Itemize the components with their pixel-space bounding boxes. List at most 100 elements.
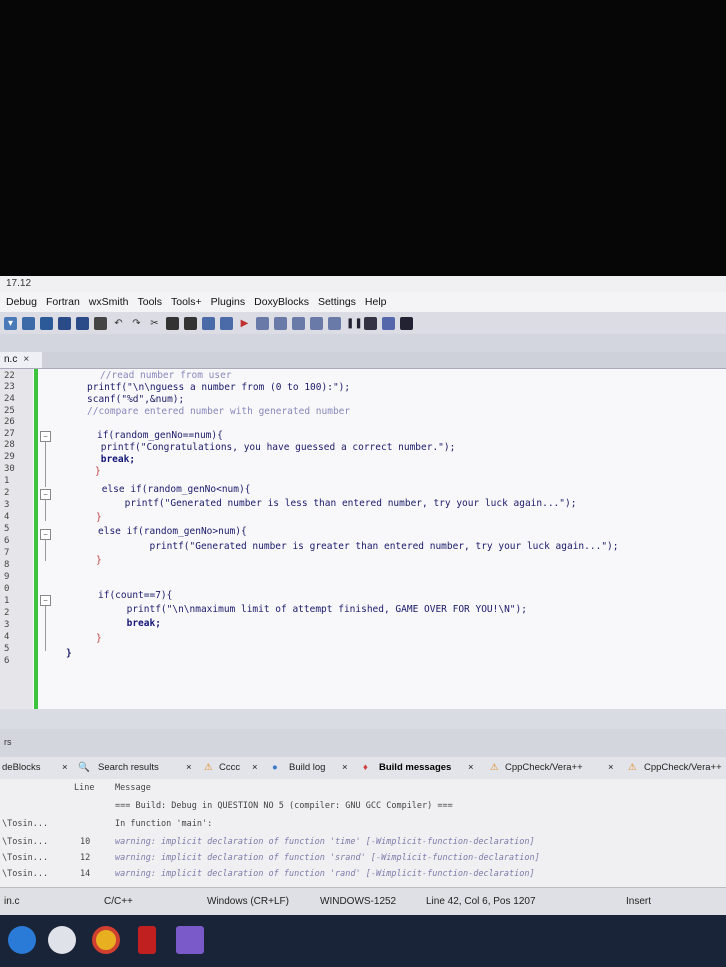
status-line-endings: Windows (CR+LF) xyxy=(207,896,289,907)
undo-icon[interactable]: ↶ xyxy=(112,317,125,330)
code-line: break; xyxy=(98,618,161,629)
tab-source-file[interactable]: n.c × xyxy=(0,352,42,368)
code-line: } xyxy=(96,555,102,566)
save-all-icon[interactable] xyxy=(76,316,89,330)
tab-label: n.c xyxy=(4,354,18,365)
toolbar-area xyxy=(0,334,726,352)
menu-plugins[interactable]: Plugins xyxy=(211,296,245,308)
code-line: break; xyxy=(95,454,136,465)
column-header-message: Message xyxy=(115,783,151,793)
redo-icon[interactable]: ↷ xyxy=(130,317,143,330)
search-icon: 🔍 xyxy=(78,762,90,773)
tab-cccc[interactable]: Cccc xyxy=(219,762,240,773)
close-icon[interactable]: × xyxy=(23,354,29,365)
menu-doxyblocks[interactable]: DoxyBlocks xyxy=(254,296,309,308)
stop-icon[interactable] xyxy=(364,316,377,330)
cppcheck-icon: ⚠ xyxy=(628,762,637,773)
code-line: if(random_genNo==num){ xyxy=(97,430,223,441)
menu-help[interactable]: Help xyxy=(365,296,387,308)
menu-fortran[interactable]: Fortran xyxy=(46,296,80,308)
code-line: } xyxy=(96,512,102,523)
toolbar: ▾ ↶ ↷ ✂ ▶ ❚❚ xyxy=(0,312,726,334)
save-icon[interactable] xyxy=(58,316,71,330)
status-file: in.c xyxy=(4,896,20,907)
debug-next-icon[interactable] xyxy=(274,316,287,330)
settings-icon[interactable] xyxy=(48,926,76,954)
new-file-icon[interactable] xyxy=(22,316,35,330)
logs-tab-strip: deBlocks × 🔍 Search results × ⚠ Cccc × ●… xyxy=(0,757,726,780)
close-icon[interactable]: × xyxy=(342,762,348,773)
netflix-icon[interactable] xyxy=(138,926,156,954)
code-line: if(count==7){ xyxy=(98,590,173,601)
code-line: scanf("%d",&num); xyxy=(87,394,185,405)
tab-cppcheck[interactable]: CppCheck/Vera++ xyxy=(505,762,583,773)
message-file: \Tosin... xyxy=(2,853,49,863)
message-file: \Tosin... xyxy=(2,819,49,829)
code-line: printf("Generated number is greater than… xyxy=(98,541,619,552)
status-position: Line 42, Col 6, Pos 1207 xyxy=(426,896,536,907)
build-messages-list: Line Message === Build: Debug in QUESTIO… xyxy=(0,779,726,887)
cppcheck-icon: ⚠ xyxy=(490,762,499,773)
replace-icon[interactable] xyxy=(220,316,233,330)
code-line: printf("\n\nmaximum limit of attempt fin… xyxy=(98,604,527,615)
paste-icon[interactable] xyxy=(184,316,197,330)
find-icon[interactable] xyxy=(202,316,215,330)
window-title: 17.12 xyxy=(0,276,726,292)
edge-icon[interactable] xyxy=(8,926,36,954)
info-icon[interactable] xyxy=(400,316,413,330)
message-line: 14 xyxy=(80,869,91,879)
run-icon[interactable]: ▶ xyxy=(238,317,251,330)
tab-codeblocks[interactable]: deBlocks xyxy=(2,762,41,773)
debug-windows-icon[interactable] xyxy=(382,316,395,330)
message-file: \Tosin... xyxy=(2,869,49,879)
menu-wxsmith[interactable]: wxSmith xyxy=(89,296,129,308)
message-text[interactable]: In function 'main': xyxy=(115,819,212,829)
cccc-icon: ⚠ xyxy=(204,762,213,773)
column-header-line: Line xyxy=(74,783,95,793)
code-line: } xyxy=(95,466,101,477)
menu-debug[interactable]: Debug xyxy=(6,296,37,308)
tab-cppcheck-2[interactable]: CppCheck/Vera++ xyxy=(644,762,722,773)
message-text[interactable]: warning: implicit declaration of functio… xyxy=(115,853,540,863)
build-messages-icon: ♦ xyxy=(363,762,368,773)
debug-step-icon[interactable] xyxy=(256,316,269,330)
splitter[interactable] xyxy=(0,709,726,729)
tab-build-messages[interactable]: Build messages xyxy=(379,762,451,773)
debug-step-out-icon[interactable] xyxy=(310,316,323,330)
tab-search-results[interactable]: Search results xyxy=(98,762,159,773)
close-icon[interactable]: × xyxy=(468,762,474,773)
dark-background xyxy=(0,0,726,276)
message-text[interactable]: === Build: Debug in QUESTION NO 5 (compi… xyxy=(115,801,453,811)
panel-label: rs xyxy=(4,737,12,747)
code-line: else if(random_genNo>num){ xyxy=(98,526,247,537)
menu-tools[interactable]: Tools xyxy=(137,296,162,308)
close-icon[interactable]: × xyxy=(608,762,614,773)
status-bar: in.c C/C++ Windows (CR+LF) WINDOWS-1252 … xyxy=(0,887,726,916)
close-icon[interactable]: × xyxy=(186,762,192,773)
open-file-icon[interactable] xyxy=(40,316,53,330)
ide-window: 17.12 Debug Fortran wxSmith Tools Tools+… xyxy=(0,276,726,967)
message-text[interactable]: warning: implicit declaration of functio… xyxy=(115,837,535,847)
pause-icon[interactable]: ❚❚ xyxy=(346,317,363,330)
print-icon[interactable] xyxy=(94,316,107,330)
debug-step-instr-icon[interactable] xyxy=(328,316,341,330)
debug-step-into-icon[interactable] xyxy=(292,316,305,330)
code-line: } xyxy=(96,633,102,644)
message-text[interactable]: warning: implicit declaration of functio… xyxy=(115,869,535,879)
menu-tools-plus[interactable]: Tools+ xyxy=(171,296,202,308)
taskbar xyxy=(0,915,726,967)
copy-icon[interactable] xyxy=(166,316,179,330)
code-text: //read number from user printf("\n\ngues… xyxy=(0,369,726,709)
chrome-icon[interactable] xyxy=(92,926,120,954)
close-icon[interactable]: × xyxy=(62,762,68,773)
message-line: 12 xyxy=(80,853,91,863)
code-editor[interactable]: 22 23 24 25 26 27 28 29 30 1 2 3 4 5 6 7… xyxy=(0,369,726,709)
close-icon[interactable]: × xyxy=(252,762,258,773)
code-line: else if(random_genNo<num){ xyxy=(96,484,251,495)
menu-settings[interactable]: Settings xyxy=(318,296,356,308)
code-line: printf("\n\nguess a number from (0 to 10… xyxy=(87,382,351,393)
app-icon[interactable] xyxy=(176,926,204,954)
dropdown-icon[interactable]: ▾ xyxy=(4,316,17,330)
tab-build-log[interactable]: Build log xyxy=(289,762,325,773)
cut-icon[interactable]: ✂ xyxy=(148,317,161,330)
